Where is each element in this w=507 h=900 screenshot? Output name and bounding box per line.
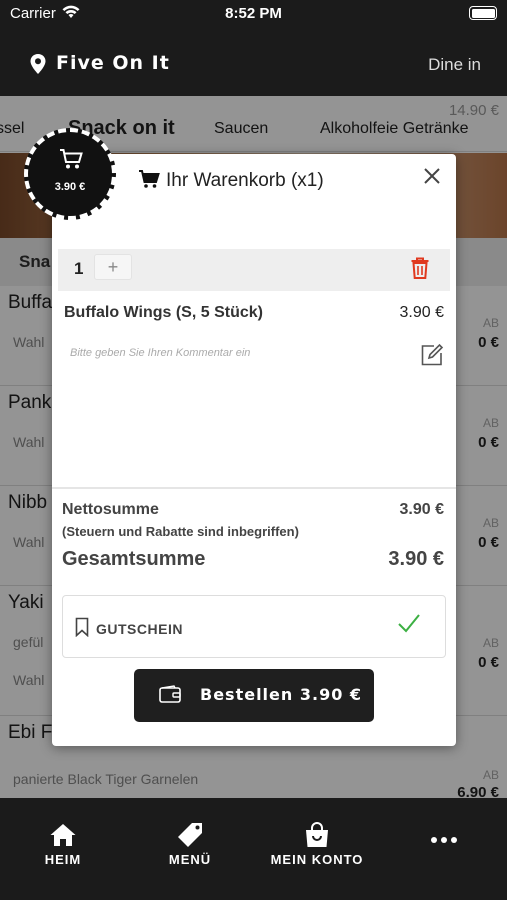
nav-menu-label: MENÜ — [168, 852, 212, 867]
net-total-value: 3.90 € — [399, 501, 444, 518]
nav-more[interactable] — [389, 836, 499, 848]
close-icon[interactable] — [422, 166, 442, 186]
cart-badge-amount: 3.90 € — [54, 181, 86, 193]
cart-badge[interactable]: 3.90 € — [24, 128, 116, 220]
edit-comment-icon[interactable] — [420, 343, 444, 367]
coupon-label: GUTSCHEIN — [96, 621, 183, 637]
check-icon[interactable] — [397, 611, 421, 635]
cart-title: Ihr Warenkorb (x1) — [138, 169, 324, 192]
location-pin-icon[interactable] — [29, 53, 47, 75]
app-header: Five On It Dine in — [0, 30, 507, 96]
more-dots-icon — [431, 837, 457, 843]
nav-account-label: MEIN KONTO — [270, 852, 364, 867]
comment-input[interactable]: Bitte geben Sie Ihren Kommentar ein — [70, 347, 250, 359]
wallet-icon — [159, 685, 181, 703]
grand-total-value: 3.90 € — [388, 548, 444, 570]
status-bar: Carrier 8:52 PM — [0, 0, 507, 30]
coupon-field[interactable]: GUTSCHEIN — [62, 595, 446, 658]
cart-icon — [139, 170, 160, 188]
tax-note: (Steuern und Rabatte sind inbegriffen) — [62, 524, 299, 539]
clock: 8:52 PM — [225, 5, 282, 22]
cart-icon — [60, 149, 83, 169]
order-button[interactable]: Bestellen 3.90 € — [134, 669, 374, 722]
cart-item-price: 3.90 € — [399, 304, 444, 321]
order-button-label: Bestellen 3.90 € — [200, 685, 363, 704]
nav-account[interactable]: MEIN KONTO — [262, 822, 372, 867]
battery-icon — [469, 6, 497, 20]
increase-quantity-button[interactable]: + — [94, 254, 132, 280]
summary-divider — [52, 487, 456, 489]
trash-icon[interactable] — [410, 256, 430, 280]
bottom-navigation: HEIM MENÜ MEIN KONTO — [0, 798, 507, 900]
nav-home[interactable]: HEIM — [8, 822, 118, 867]
quantity-row: 1 + — [58, 249, 450, 291]
quantity-value: 1 — [74, 259, 84, 278]
net-total-label: Nettosumme — [62, 501, 159, 518]
tag-icon — [178, 823, 202, 847]
home-icon — [50, 824, 76, 846]
restaurant-name[interactable]: Five On It — [56, 52, 170, 74]
cart-item-name: Buffalo Wings (S, 5 Stück) — [64, 304, 263, 321]
shopping-bag-icon — [306, 822, 328, 847]
grand-total-label: Gesamtsumme — [62, 548, 206, 570]
nav-menu[interactable]: MENÜ — [135, 822, 245, 867]
nav-home-label: HEIM — [44, 852, 82, 867]
bookmark-icon — [75, 617, 89, 637]
dine-mode-selector[interactable]: Dine in — [428, 55, 481, 75]
cart-modal: Ihr Warenkorb (x1) 1 + Buffalo Wings (S,… — [52, 154, 456, 746]
cart-title-text: Ihr Warenkorb (x1) — [166, 170, 324, 191]
